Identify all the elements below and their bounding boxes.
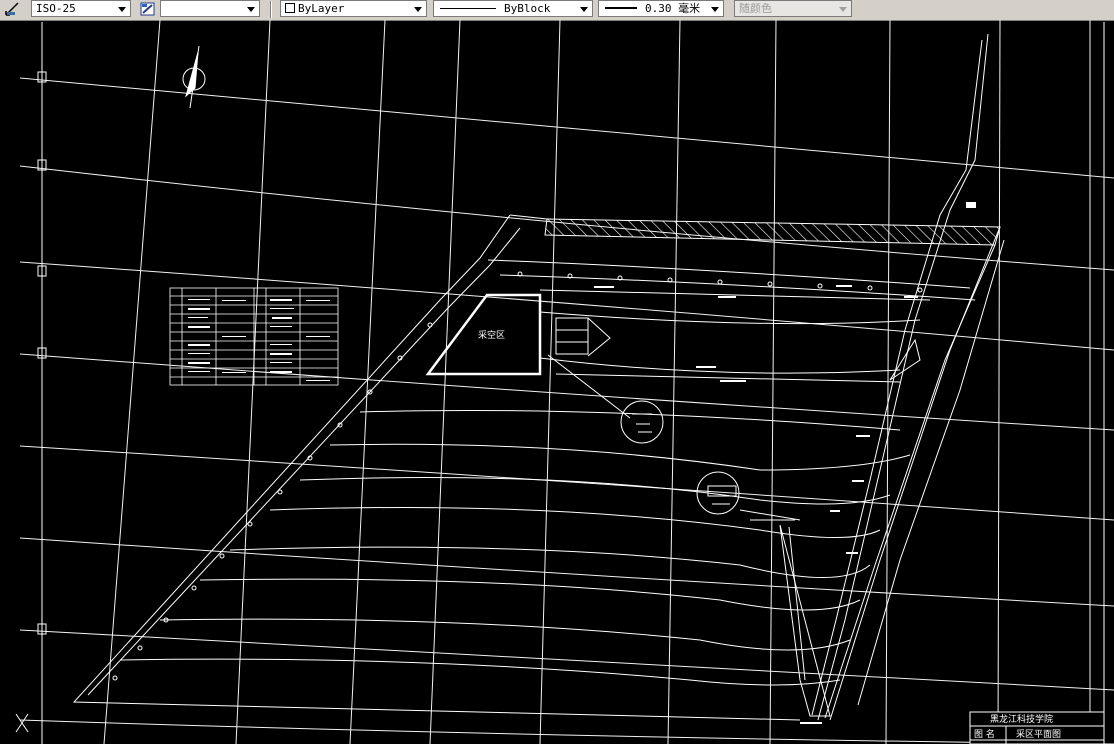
lineweight-preview-icon xyxy=(605,7,637,9)
goaf-area: 采空区 xyxy=(425,293,542,376)
color-swatch-icon xyxy=(285,3,295,13)
plot-style-value: 随颜色 xyxy=(739,2,772,15)
working-face xyxy=(555,317,611,357)
title-block-org: 黑龙江科技学院 xyxy=(990,713,1053,725)
lineweight-value: 0.30 毫米 xyxy=(645,2,701,15)
linetype-value: ByBlock xyxy=(504,2,551,15)
annotations xyxy=(594,202,976,724)
chevron-down-icon[interactable] xyxy=(412,1,424,16)
chevron-down-icon[interactable] xyxy=(578,1,590,16)
color-value: ByLayer xyxy=(298,2,345,15)
coordinate-grid xyxy=(19,20,1114,744)
chevron-down-icon xyxy=(837,1,849,16)
chevron-down-icon[interactable] xyxy=(709,1,721,16)
toolbar-separator xyxy=(270,1,272,18)
drawing-frame xyxy=(37,22,1105,744)
layer-properties-icon[interactable] xyxy=(140,1,156,17)
color-select[interactable]: ByLayer xyxy=(280,0,427,17)
north-arrow-icon xyxy=(182,45,206,109)
linetype-select[interactable]: ByBlock xyxy=(433,0,593,17)
title-block-drawing-name: 采区平面图 xyxy=(1016,729,1061,740)
title-block: 黑龙江科技学院 图 名 采区平面图 xyxy=(969,711,1105,744)
title-block-name-label: 图 名 xyxy=(974,728,995,740)
chevron-down-icon[interactable] xyxy=(245,1,257,16)
properties-toolbar: ISO-25 ByLayer ByBlock 0.30 毫米 随颜色 xyxy=(0,0,1114,21)
plot-style-select: 随颜色 xyxy=(734,0,852,17)
ucs-icon xyxy=(15,713,29,733)
linetype-preview-icon xyxy=(440,8,496,9)
dimension-style-value: ISO-25 xyxy=(36,2,76,15)
chevron-down-icon[interactable] xyxy=(116,1,128,16)
layer-select[interactable] xyxy=(160,0,260,17)
legend-table xyxy=(169,287,339,386)
drawing-canvas[interactable]: 采空区 黑龙江科技学院 图 名 采区平面图 xyxy=(0,20,1114,744)
goaf-label: 采空区 xyxy=(478,329,505,341)
dimension-style-icon[interactable] xyxy=(4,1,20,17)
lineweight-select[interactable]: 0.30 毫米 xyxy=(598,0,724,17)
dimension-style-select[interactable]: ISO-25 xyxy=(31,0,131,17)
